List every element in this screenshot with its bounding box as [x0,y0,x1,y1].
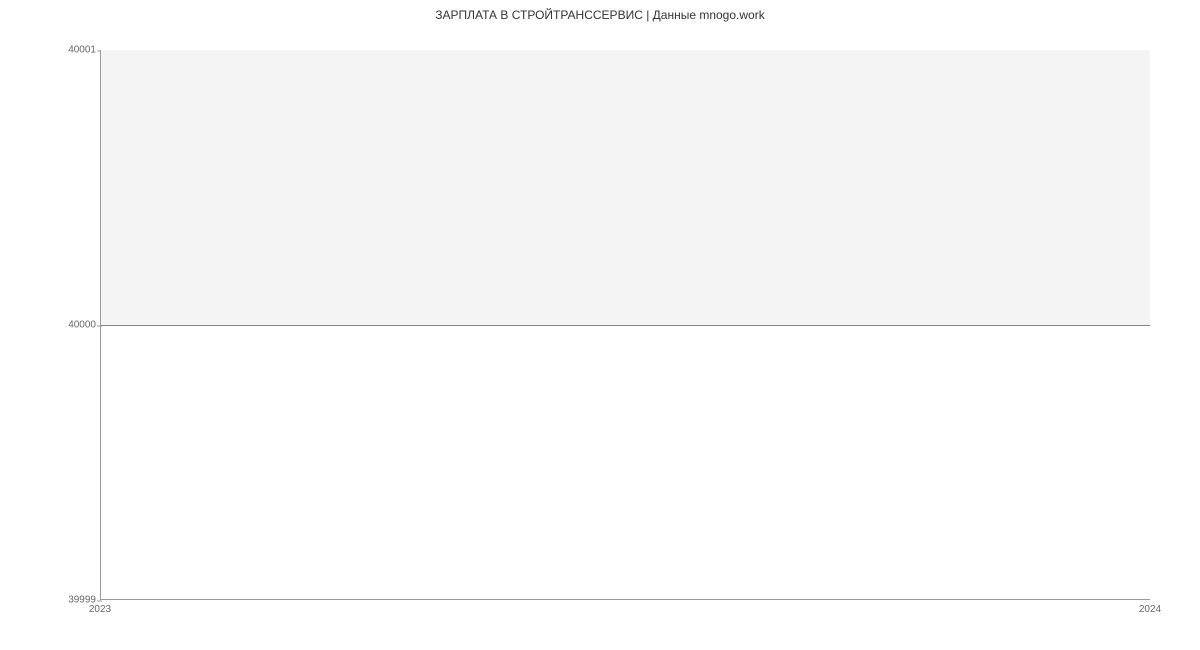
y-tick-value: 40000 [68,320,96,331]
series-area-fill [101,50,1150,325]
salary-chart: ЗАРПЛАТА В СТРОЙТРАНССЕРВИС | Данные mno… [0,0,1200,650]
series-line [101,325,1150,326]
plot-area [100,50,1150,600]
x-tick-label: 2023 [89,604,111,615]
y-tick-label: 40001 [46,45,96,56]
y-tick-label: 40000 [46,320,96,331]
x-tick-label: 2024 [1139,604,1161,615]
y-tick-value: 40001 [68,45,96,56]
chart-title: ЗАРПЛАТА В СТРОЙТРАНССЕРВИС | Данные mno… [0,8,1200,22]
y-tick-mark [97,600,102,601]
